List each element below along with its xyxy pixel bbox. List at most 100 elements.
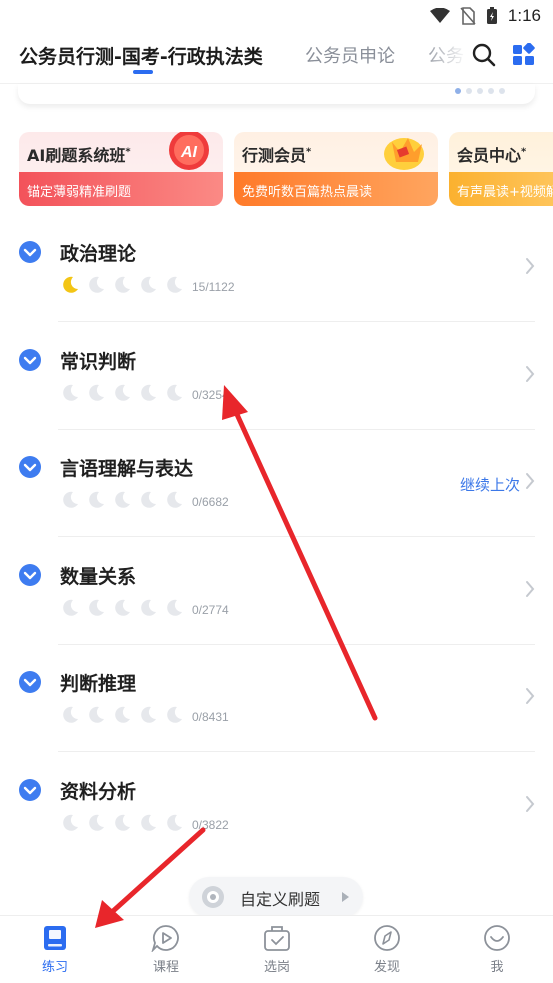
moon-icon (112, 490, 132, 514)
moon-icon (138, 490, 158, 514)
expand-chevron-icon[interactable] (19, 563, 41, 586)
nav-label: 练习 (41, 960, 68, 975)
question-count: 15/1122 (192, 280, 235, 294)
promo-xingce-member[interactable]: 行测会员* 免费听数百篇热点晨读 (234, 132, 438, 206)
bottom-nav: 练习 课程 选岗 发现 我 (0, 915, 553, 983)
nav-label: 发现 (373, 960, 400, 975)
play-bubble-icon (151, 925, 179, 952)
moon-icon (138, 598, 158, 622)
custom-practice-button[interactable]: 自定义刷题 (189, 877, 363, 917)
promo-title: AI刷题系统班* (27, 146, 131, 165)
active-tab-indicator (133, 70, 153, 74)
moon-icon (60, 383, 80, 407)
nav-me[interactable]: 我 (457, 924, 537, 975)
subject-title: 常识判断 (60, 350, 137, 373)
chevron-right-icon[interactable] (525, 365, 535, 387)
chevron-right-icon[interactable] (525, 472, 535, 494)
status-bar: 1:16 (0, 0, 553, 32)
subject-row[interactable]: 言语理解与表达 0/6682 继续上次 (0, 430, 553, 537)
moon-icon (60, 705, 80, 729)
moon-icon (164, 383, 184, 407)
status-icons: 1:16 (429, 6, 541, 26)
moon-icon (60, 598, 80, 622)
moon-icon (112, 705, 132, 729)
carousel-dot (477, 88, 483, 94)
briefcase-check-icon (264, 926, 290, 951)
expand-chevron-icon[interactable] (19, 456, 41, 478)
chevron-right-icon[interactable] (525, 795, 535, 817)
carousel-dot (466, 88, 472, 94)
moon-icon (86, 275, 106, 299)
carousel-dot (455, 88, 461, 94)
moon-icon (112, 275, 132, 299)
promo-member-center[interactable]: 会员中心* 有声晨读+视频解 (449, 132, 553, 206)
question-count: 0/3254 (192, 387, 229, 402)
progress-moons (60, 275, 184, 299)
compass-icon (374, 925, 400, 951)
question-count: 0/6682 (192, 495, 229, 509)
moon-icon (164, 490, 184, 514)
ai-badge-icon: AI (169, 132, 209, 170)
expand-chevron-icon[interactable] (19, 348, 41, 371)
tab-shenlun[interactable]: 公务员申论 (305, 42, 395, 68)
expand-chevron-icon[interactable] (19, 241, 41, 263)
search-icon[interactable] (472, 43, 496, 67)
moon-icon (164, 598, 184, 622)
carousel-dot (488, 88, 494, 94)
battery-charging-icon (486, 7, 497, 24)
expand-chevron-icon[interactable] (19, 778, 41, 801)
subject-tab-bar: 公务员行测-国考-行政执法类 公务员申论 公务 (0, 32, 553, 84)
nav-discover[interactable]: 发现 (347, 924, 427, 975)
moon-icon (112, 598, 132, 622)
progress-moons (60, 490, 184, 514)
continue-last-link[interactable]: 继续上次 (460, 474, 520, 495)
wifi-icon (429, 8, 450, 23)
promo-subtitle: 锚定薄弱精准刷题 (19, 172, 223, 206)
promo-title: 会员中心* (457, 146, 527, 165)
moon-icon (60, 490, 80, 514)
book-icon (44, 926, 66, 950)
subject-title: 政治理论 (60, 243, 137, 265)
moon-icon (86, 598, 106, 622)
subject-row[interactable]: 数量关系 0/2774 (0, 538, 553, 645)
banner-carousel[interactable] (18, 84, 535, 104)
progress-moons (60, 705, 184, 729)
nav-practice[interactable]: 练习 (15, 924, 95, 975)
question-count: 0/3822 (192, 817, 229, 832)
expand-chevron-icon[interactable] (19, 671, 41, 693)
nav-job-select[interactable]: 选岗 (237, 924, 317, 975)
chevron-right-icon[interactable] (525, 580, 535, 602)
moon-icon (60, 275, 80, 299)
promo-ai-class[interactable]: AI刷题系统班* AI 锚定薄弱精准刷题 (19, 132, 223, 206)
svg-text:AI: AI (180, 144, 198, 161)
moon-icon (164, 705, 184, 729)
nav-label: 我 (490, 960, 504, 975)
subject-title: 数量关系 (60, 565, 137, 588)
progress-moons (60, 813, 184, 837)
nav-courses[interactable]: 课程 (126, 924, 206, 975)
custom-practice-label: 自定义刷题 (240, 890, 321, 909)
moon-icon (112, 383, 132, 407)
subject-row[interactable]: 资料分析 0/3822 (0, 753, 553, 860)
moon-icon (86, 705, 106, 729)
disc-icon (202, 886, 224, 908)
promo-subtitle: 免费听数百篇热点晨读 (234, 172, 438, 206)
status-time: 1:16 (507, 6, 541, 25)
grid-menu-icon[interactable] (512, 43, 536, 67)
subject-row[interactable]: 判断推理 0/8431 (0, 645, 553, 752)
moon-icon (86, 383, 106, 407)
moon-icon (86, 490, 106, 514)
moon-icon (138, 275, 158, 299)
promo-subtitle: 有声晨读+视频解 (449, 172, 553, 206)
tab-xingce-guokao[interactable]: 公务员行测-国考-行政执法类 (19, 42, 263, 69)
subject-row[interactable]: 常识判断 0/3254 (0, 323, 553, 430)
subject-row[interactable]: 政治理论 15/1122 (0, 215, 553, 322)
moon-icon (164, 813, 184, 837)
chevron-right-icon[interactable] (525, 257, 535, 279)
progress-moons (60, 598, 184, 622)
chevron-right-icon[interactable] (525, 687, 535, 709)
carousel-dots (455, 88, 505, 94)
nav-label: 课程 (152, 960, 179, 975)
subject-title: 资料分析 (60, 780, 137, 803)
moon-icon (138, 705, 158, 729)
